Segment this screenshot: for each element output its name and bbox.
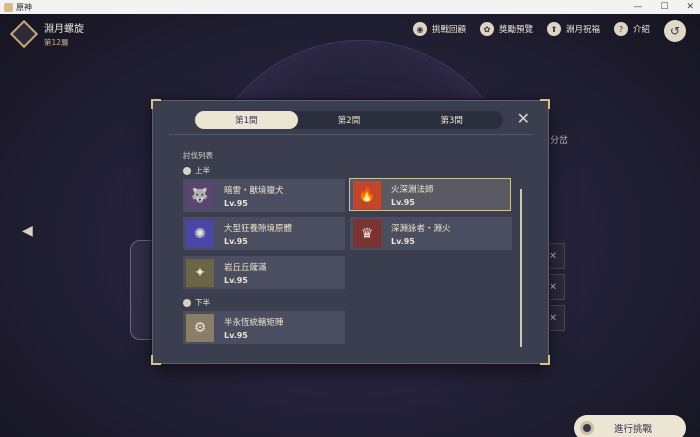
scrollbar[interactable] (520, 189, 522, 347)
back-arrow-icon: ↺ (669, 24, 681, 38)
abyss-emblem-icon (9, 19, 39, 49)
window-titlebar: 原神 — ☐ ✕ (0, 0, 700, 14)
enemy-name: 火深淵法師 (391, 184, 434, 195)
event-floor: 第12層 (44, 38, 69, 47)
enemy-level: Lv.95 (391, 197, 415, 207)
rewind-icon: ◉ (412, 22, 427, 36)
enemy-card[interactable]: ✺ 大型狂養隙境原體 Lv.95 (183, 217, 345, 250)
window-title: 原神 (16, 2, 32, 12)
panel-corner-ornament (540, 355, 550, 365)
enemy-card[interactable]: 🐺 暗雷・獸境獵犬 Lv.95 (183, 179, 345, 212)
panel-close-button[interactable]: ✕ (517, 109, 530, 128)
back-button[interactable]: ↺ (664, 20, 686, 42)
tab-chamber-1[interactable]: 第1間 (195, 111, 298, 129)
enemy-list-panel: 第1間 第2間 第3間 ✕ 討伐列表 上半 🐺 暗雷・獸境獵犬 Lv.95 🔥 … (151, 99, 550, 365)
blessing-icon: ⬆ (546, 22, 561, 36)
blessing-label: 淵月祝福 (565, 25, 600, 35)
list-title: 討伐列表 (183, 151, 213, 160)
close-window-button[interactable]: ✕ (686, 2, 694, 12)
enemy-level: Lv.95 (224, 198, 248, 208)
enemy-level: Lv.95 (224, 275, 248, 285)
start-challenge-button[interactable]: 進行挑戰 (574, 415, 686, 437)
event-title: 淵月螺旋 (44, 24, 84, 35)
enemy-portrait-icon: ♛ (353, 219, 381, 248)
enemy-card-selected[interactable]: 🔥 火深淵法師 Lv.95 (349, 178, 511, 211)
app-icon (4, 2, 13, 12)
maximize-button[interactable]: ☐ (660, 2, 668, 12)
enemy-level: Lv.95 (224, 236, 248, 246)
challenge-review-label: 挑戰回顧 (431, 25, 466, 35)
enemy-name: 暗雷・獸境獵犬 (224, 185, 284, 196)
enemy-card[interactable]: ♛ 深淵詠者・淵火 Lv.95 (350, 217, 512, 250)
blessing-button[interactable]: ⬆ 淵月祝福 (546, 22, 600, 36)
event-badge: 淵月螺旋 第12層 (9, 19, 84, 49)
enemy-name: 半永恆統轄矩陣 (224, 317, 284, 328)
panel-corner-ornament (151, 99, 161, 109)
gift-icon: ✿ (479, 22, 494, 36)
bullet-icon (183, 166, 191, 175)
enemy-level: Lv.95 (391, 236, 415, 246)
first-half-text: 上半 (195, 166, 210, 175)
enemy-portrait-icon: ✺ (186, 219, 214, 248)
enemy-name: 岩丘丘薩滿 (224, 262, 267, 273)
intro-button[interactable]: ? 介紹 (613, 22, 650, 36)
enemy-name: 大型狂養隙境原體 (224, 223, 293, 234)
enemy-name: 深淵詠者・淵火 (391, 223, 451, 234)
panel-corner-ornament (151, 355, 161, 365)
chamber-tabs: 第1間 第2間 第3間 (195, 111, 503, 129)
enemy-portrait-icon: 🔥 (353, 180, 381, 209)
second-half-label: 下半 (183, 297, 210, 308)
enemy-portrait-icon: ⚙ (186, 313, 214, 342)
reward-preview-label: 獎勵預覽 (498, 25, 533, 35)
background-score-text: 分岔 (550, 136, 569, 146)
previous-arrow-icon[interactable]: ◀ (22, 223, 33, 239)
window-controls: — ☐ ✕ (633, 0, 694, 14)
enemy-card[interactable]: ⚙ 半永恆統轄矩陣 Lv.95 (183, 311, 345, 344)
top-menu: ◉ 挑戰回顧 ✿ 獎勵預覽 ⬆ 淵月祝福 ? 介紹 (412, 22, 650, 36)
panel-corner-ornament (540, 99, 550, 109)
start-icon (580, 421, 594, 435)
second-half-text: 下半 (195, 298, 210, 307)
enemy-portrait-icon: 🐺 (186, 181, 214, 210)
tab-chamber-3[interactable]: 第3間 (400, 111, 503, 129)
start-challenge-label: 進行挑戰 (614, 424, 653, 435)
enemy-portrait-icon: ✦ (186, 258, 214, 287)
tab-chamber-2[interactable]: 第2間 (298, 111, 401, 129)
close-icon: ✕ (516, 109, 530, 128)
challenge-review-button[interactable]: ◉ 挑戰回顧 (412, 22, 466, 36)
divider (169, 134, 534, 135)
intro-label: 介紹 (632, 25, 650, 35)
bullet-icon (183, 298, 191, 307)
first-half-label: 上半 (183, 165, 210, 176)
enemy-level: Lv.95 (224, 330, 248, 340)
enemy-card[interactable]: ✦ 岩丘丘薩滿 Lv.95 (183, 256, 345, 289)
reward-preview-button[interactable]: ✿ 獎勵預覽 (479, 22, 533, 36)
help-icon: ? (613, 22, 628, 36)
minimize-button[interactable]: — (633, 2, 642, 12)
